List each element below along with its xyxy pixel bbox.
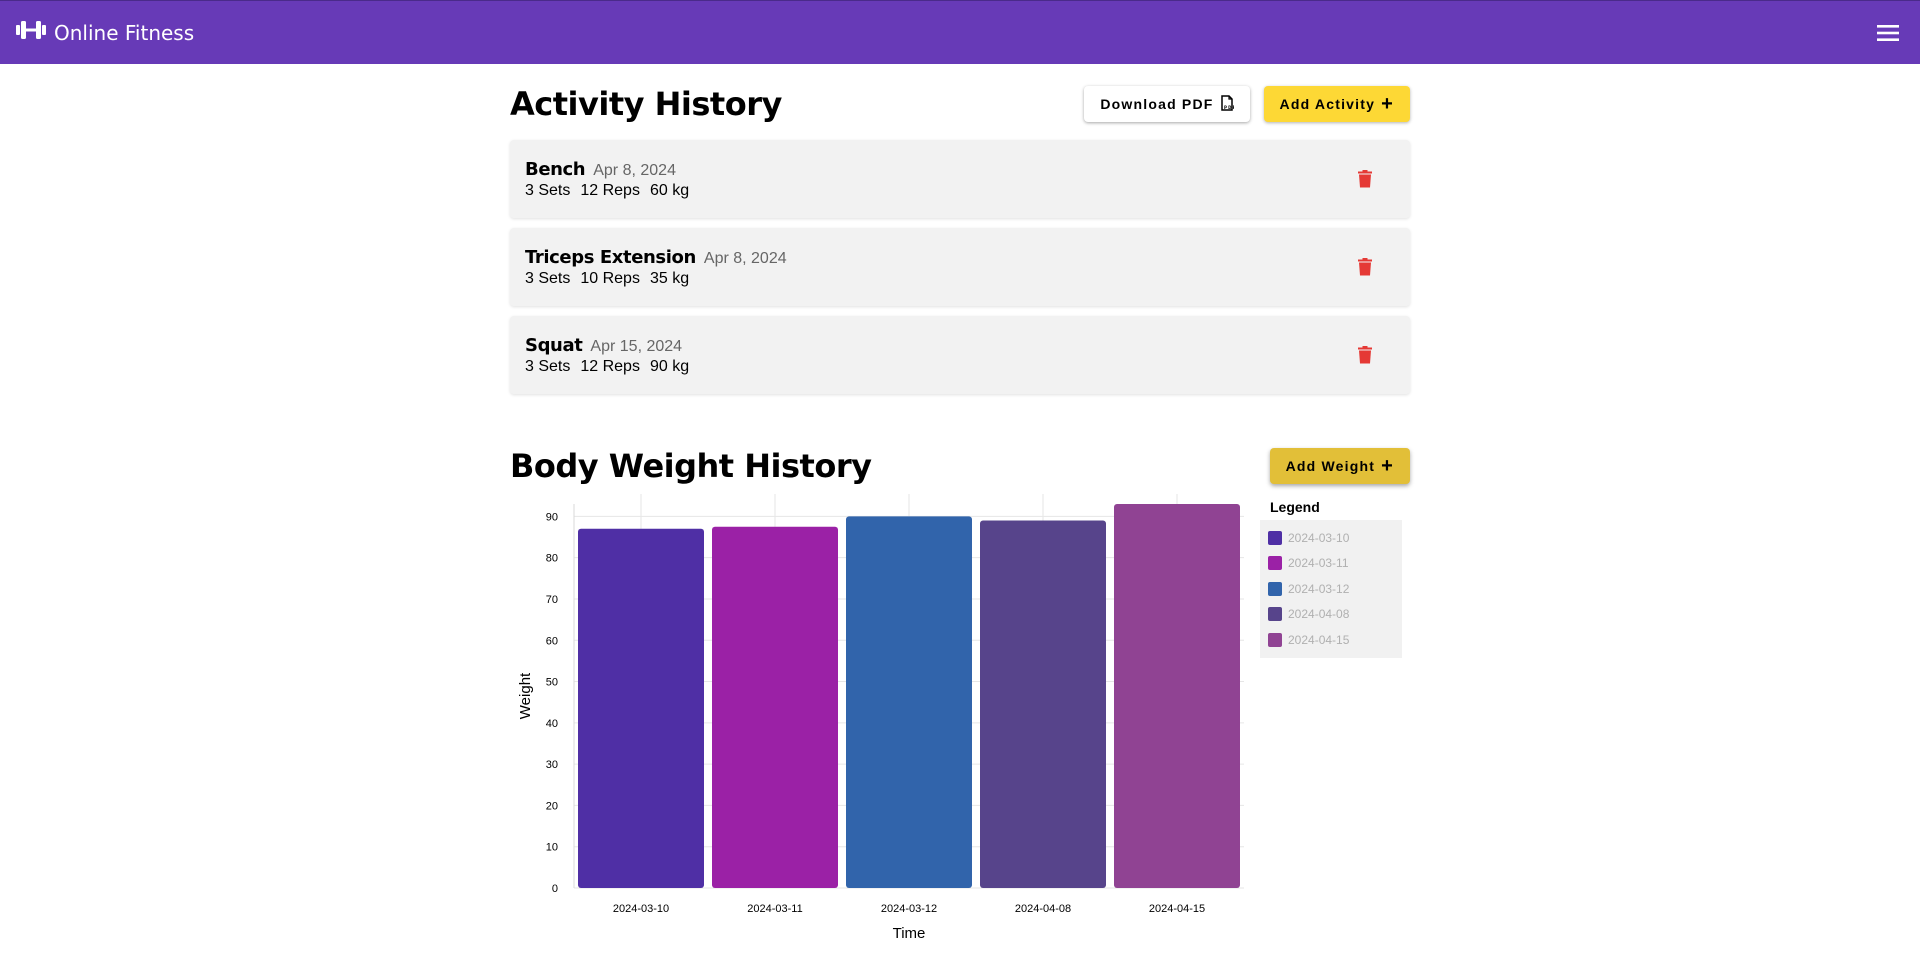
activity-reps: 12 Reps xyxy=(580,357,640,375)
legend-item[interactable]: 2024-03-10 xyxy=(1268,525,1394,551)
y-tick-label: 30 xyxy=(546,759,558,771)
activity-date: Apr 15, 2024 xyxy=(590,337,683,355)
add-weight-button[interactable]: Add Weight + xyxy=(1269,448,1410,484)
weight-header: Body Weight History Add Weight + xyxy=(510,438,1410,494)
legend-label: 2024-04-15 xyxy=(1288,632,1350,647)
activity-reps: 10 Reps xyxy=(580,269,640,287)
app-title: Online Fitness xyxy=(54,20,195,45)
legend-item[interactable]: 2024-04-08 xyxy=(1268,602,1394,628)
activity-sets: 3 Sets xyxy=(525,269,571,287)
legend-swatch xyxy=(1268,607,1282,622)
x-tick-label: 2024-03-12 xyxy=(881,903,937,915)
legend-label: 2024-03-11 xyxy=(1288,556,1349,571)
brand[interactable]: Online Fitness xyxy=(16,19,194,46)
legend-swatch xyxy=(1268,632,1282,647)
delete-activity-button[interactable] xyxy=(1345,247,1385,287)
y-tick-label: 0 xyxy=(552,883,558,895)
activity-list: Bench Apr 8, 2024 3 Sets 12 Reps 60 kg Tric… xyxy=(510,140,1410,394)
activity-card: Bench Apr 8, 2024 3 Sets 12 Reps 60 kg xyxy=(510,140,1410,218)
activity-date: Apr 8, 2024 xyxy=(593,161,676,179)
activity-card: Squat Apr 15, 2024 3 Sets 12 Reps 90 kg xyxy=(510,316,1410,394)
y-tick-label: 10 xyxy=(546,842,558,854)
chart-bar xyxy=(846,516,972,888)
activity-history-title: Activity History xyxy=(510,85,782,123)
y-tick-label: 80 xyxy=(546,553,558,565)
y-axis-label: Weight xyxy=(517,672,534,719)
legend-title: Legend xyxy=(1270,499,1320,515)
download-pdf-button[interactable]: Download PDF PDF xyxy=(1084,86,1250,122)
legend-swatch xyxy=(1268,581,1282,596)
plus-icon: + xyxy=(1381,93,1394,115)
trash-icon xyxy=(1358,170,1372,188)
legend-item[interactable]: 2024-03-11 xyxy=(1268,551,1394,577)
delete-activity-button[interactable] xyxy=(1345,159,1385,199)
chart-bar xyxy=(578,528,704,888)
activity-sets: 3 Sets xyxy=(525,357,571,375)
y-tick-label: 20 xyxy=(546,800,558,812)
legend-list: 2024-03-10 2024-03-11 2024-03-12 2024-04-08… xyxy=(1260,520,1402,658)
activity-name: Bench xyxy=(525,158,586,180)
legend-label: 2024-04-08 xyxy=(1288,607,1350,622)
legend-label: 2024-03-12 xyxy=(1288,581,1350,596)
legend-item[interactable]: 2024-04-15 xyxy=(1268,627,1394,653)
x-axis-label: Time xyxy=(893,925,926,942)
add-weight-label: Add Weight xyxy=(1285,458,1376,474)
activity-name: Triceps Extension xyxy=(525,246,696,268)
chart-bar xyxy=(1114,504,1240,888)
activity-weight: 90 kg xyxy=(649,357,690,375)
plus-icon: + xyxy=(1381,455,1394,477)
trash-icon xyxy=(1358,258,1372,276)
x-tick-label: 2024-04-15 xyxy=(1149,903,1205,915)
activity-reps: 12 Reps xyxy=(580,181,640,199)
svg-text:PDF: PDF xyxy=(1224,105,1234,110)
y-tick-label: 40 xyxy=(546,718,558,730)
chart-bar xyxy=(980,520,1106,888)
download-pdf-label: Download PDF xyxy=(1100,96,1214,112)
activity-name: Squat xyxy=(525,334,583,356)
x-tick-label: 2024-03-11 xyxy=(747,903,802,915)
app-bar: Online Fitness xyxy=(0,0,1920,64)
chart-legend: Legend 2024-03-10 2024-03-11 2024-03-12 202… xyxy=(1260,494,1402,658)
x-tick-label: 2024-04-08 xyxy=(1015,903,1071,915)
activity-weight: 35 kg xyxy=(649,269,690,287)
add-activity-button[interactable]: Add Activity + xyxy=(1263,86,1410,122)
x-tick-label: 2024-03-10 xyxy=(613,903,669,915)
y-tick-label: 50 xyxy=(546,677,558,689)
hamburger-menu-icon[interactable] xyxy=(1872,17,1904,49)
dumbbell-icon xyxy=(16,19,46,46)
y-tick-label: 70 xyxy=(546,594,558,606)
delete-activity-button[interactable] xyxy=(1345,335,1385,375)
main-content: Activity History Download PDF PDF Add Ac… xyxy=(510,64,1410,954)
add-activity-label: Add Activity xyxy=(1279,96,1376,112)
weight-chart: 0 10 20 30 40 50 60 70 80 90 2024-03-10 2024-03-11 2… xyxy=(510,494,1410,954)
activity-weight: 60 kg xyxy=(649,181,690,199)
legend-swatch xyxy=(1268,556,1282,571)
legend-label: 2024-03-10 xyxy=(1288,530,1350,545)
body-weight-history-title: Body Weight History xyxy=(510,447,872,485)
y-tick-label: 90 xyxy=(546,511,558,523)
weight-bar-chart: 0 10 20 30 40 50 60 70 80 90 2024-03-10 2024-03-11 2… xyxy=(517,494,1244,942)
chart-bar xyxy=(712,526,838,888)
activity-card: Triceps Extension Apr 8, 2024 3 Sets 10 Re… xyxy=(510,228,1410,306)
legend-swatch xyxy=(1268,530,1282,545)
activity-sets: 3 Sets xyxy=(525,181,571,199)
trash-icon xyxy=(1358,346,1372,364)
y-tick-label: 60 xyxy=(546,635,558,647)
legend-item[interactable]: 2024-03-12 xyxy=(1268,576,1394,602)
pdf-file-icon: PDF xyxy=(1220,94,1235,114)
activity-date: Apr 8, 2024 xyxy=(703,249,787,267)
activity-header: Activity History Download PDF PDF Add Ac… xyxy=(510,64,1410,140)
